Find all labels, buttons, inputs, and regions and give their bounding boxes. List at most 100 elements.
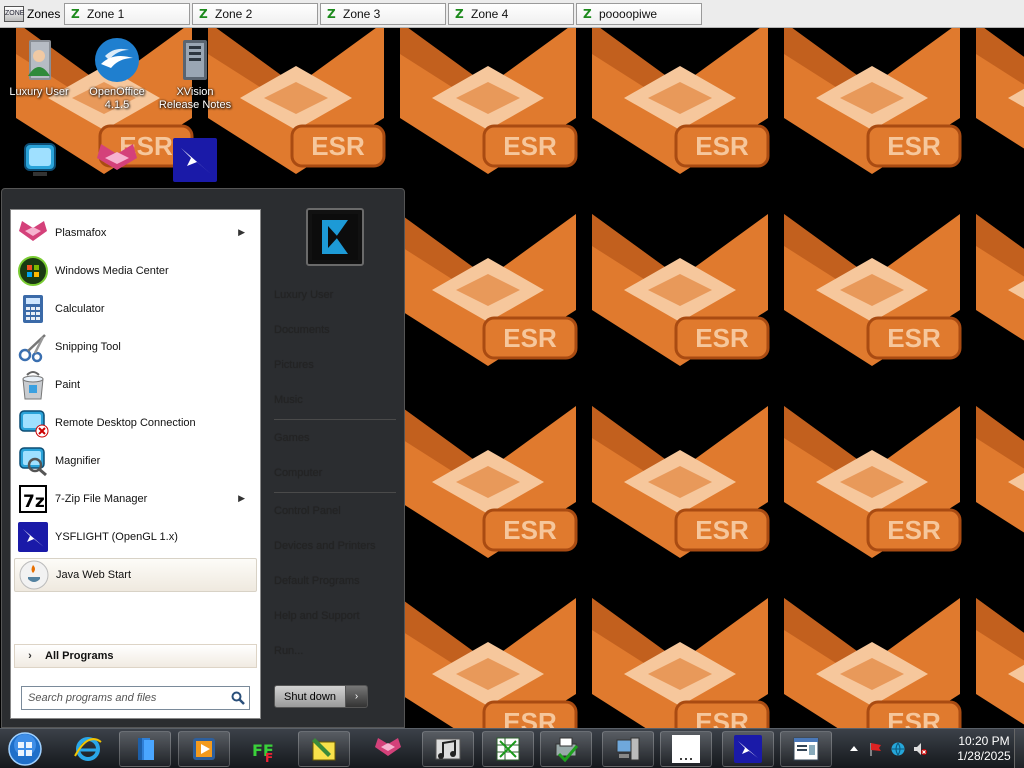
start-item-remote-desktop[interactable]: Remote Desktop Connection <box>14 406 257 440</box>
all-programs-button[interactable]: › All Programs <box>14 644 257 668</box>
start-item-label: Remote Desktop Connection <box>55 417 196 429</box>
start-item-snipping-tool[interactable]: Snipping Tool <box>14 330 257 364</box>
start-button[interactable] <box>6 732 44 766</box>
taskbar-plasmafox[interactable] <box>362 731 414 767</box>
desktop-icon-openoffice[interactable]: OpenOffice 4.1.5 <box>78 36 156 112</box>
z-icon: Z <box>327 6 336 21</box>
link-user-folder[interactable]: Luxury User <box>274 289 333 301</box>
taskbar-music-app[interactable] <box>422 731 474 767</box>
wallpaper-logo-tile: ESR <box>584 28 776 190</box>
submenu-arrow-icon: ▶ <box>238 227 245 237</box>
link-help-support[interactable]: Help and Support <box>274 610 360 622</box>
z-icon: Z <box>455 6 464 21</box>
wallpaper-logo-tile: ESR <box>392 382 584 574</box>
search-icon[interactable] <box>227 687 249 709</box>
taskbar-computer[interactable] <box>602 731 654 767</box>
start-item-plasmafox[interactable]: Plasmafox ▶ <box>14 216 257 250</box>
wallpaper-logo-tile: ESR <box>968 382 1024 574</box>
taskbar-internet-explorer[interactable] <box>62 731 114 767</box>
zone-tab-label: Zone 3 <box>343 7 381 21</box>
link-devices-printers[interactable]: Devices and Printers <box>274 540 376 552</box>
taskbar-spreadsheet[interactable] <box>482 731 534 767</box>
svg-text:ESR: ESR <box>695 323 749 353</box>
taskbar-notepad[interactable] <box>298 731 350 767</box>
user-picture[interactable] <box>306 208 364 266</box>
zone-tab-1[interactable]: Z Zone 1 <box>64 3 190 25</box>
zone-tab-3[interactable]: Z Zone 3 <box>320 3 446 25</box>
network-icon[interactable] <box>890 741 906 757</box>
fff-app-icon: FFF <box>252 741 274 764</box>
start-item-ysflight[interactable]: YSFLIGHT (OpenGL 1.x) <box>14 520 257 554</box>
link-default-programs[interactable]: Default Programs <box>274 575 360 587</box>
svg-text:ESR: ESR <box>887 323 941 353</box>
wallpaper-logo-tile: ESR <box>584 382 776 574</box>
zones-toolbar: ZONE Zones Z Zone 1 Z Zone 2 Z Zone 3 Z … <box>0 0 1024 28</box>
start-item-media-center[interactable]: Windows Media Center <box>14 254 257 288</box>
search-box <box>21 686 250 710</box>
ysflight-icon <box>17 521 49 553</box>
start-item-label: 7-Zip File Manager <box>55 493 148 505</box>
clock-time: 10:20 PM <box>958 734 1010 748</box>
start-item-label: YSFLIGHT (OpenGL 1.x) <box>55 531 178 543</box>
ysflight-icon <box>734 735 762 763</box>
link-documents[interactable]: Documents <box>274 324 330 336</box>
clock[interactable]: 10:20 PM 1/28/2025 <box>944 734 1024 764</box>
start-item-label: Java Web Start <box>56 569 131 581</box>
link-control-panel[interactable]: Control Panel <box>274 505 341 517</box>
link-computer[interactable]: Computer <box>274 467 322 479</box>
start-item-calculator[interactable]: Calculator <box>14 292 257 326</box>
search-input[interactable] <box>22 688 227 708</box>
desktop-icon-label: Luxury User <box>9 86 69 98</box>
desktop-icon-luxury-user[interactable]: Luxury User <box>0 36 78 99</box>
taskbar-ysflight[interactable] <box>722 731 774 767</box>
taskbar-printer-app[interactable] <box>540 731 592 767</box>
computer-icon <box>616 737 640 761</box>
taskbar-file-explorer[interactable] <box>119 731 171 767</box>
printer-check-icon <box>555 737 579 763</box>
link-games[interactable]: Games <box>274 432 309 444</box>
magnifier-icon <box>17 445 49 477</box>
zone-tab-2[interactable]: Z Zone 2 <box>192 3 318 25</box>
shutdown-button[interactable]: Shut down <box>274 685 346 708</box>
svg-text:7z: 7z <box>23 492 45 512</box>
link-music[interactable]: Music <box>274 394 303 406</box>
chevron-right-icon: › <box>28 650 32 662</box>
desktop-icon-ysflight[interactable] <box>156 136 234 186</box>
z-icon: Z <box>199 6 208 21</box>
start-item-magnifier[interactable]: Magnifier <box>14 444 257 478</box>
start-item-7zip[interactable]: 7z 7-Zip File Manager ▶ <box>14 482 257 516</box>
zone-tab-4[interactable]: Z Zone 4 <box>448 3 574 25</box>
start-item-label: Windows Media Center <box>55 265 169 277</box>
show-hidden-arrow-icon[interactable] <box>846 741 862 757</box>
divider <box>274 492 396 493</box>
z-icon: Z <box>583 6 592 21</box>
ysflight-icon <box>171 136 219 184</box>
desktop-icon-remote-desktop[interactable] <box>0 136 78 186</box>
z-icon: Z <box>71 6 80 21</box>
all-programs-label: All Programs <box>45 650 114 662</box>
media-center-icon <box>17 255 49 287</box>
svg-text:ESR: ESR <box>503 515 557 545</box>
taskbar-document-window[interactable] <box>780 731 832 767</box>
music-notes-icon <box>435 738 461 760</box>
taskbar-fff-app[interactable]: FF F <box>240 731 292 767</box>
shutdown-options-button[interactable]: › <box>346 685 368 708</box>
start-item-java-web-start[interactable]: Java Web Start <box>14 558 257 592</box>
desktop-icon-plasmafox[interactable] <box>78 136 156 186</box>
user-avatar-icon <box>312 214 358 260</box>
zone-tab-5[interactable]: Z poooopiwe <box>576 3 702 25</box>
taskbar-blank-window[interactable] <box>660 731 712 767</box>
windows-orb-icon <box>8 732 42 766</box>
link-pictures[interactable]: Pictures <box>274 359 314 371</box>
file-explorer-icon <box>138 738 154 760</box>
svg-text:ESR: ESR <box>311 131 365 161</box>
zones-app-icon: ZONE <box>4 6 24 22</box>
flag-icon[interactable] <box>868 741 884 757</box>
start-item-paint[interactable]: Paint <box>14 368 257 402</box>
volume-icon[interactable] <box>912 741 928 757</box>
taskbar-media-player[interactable] <box>178 731 230 767</box>
show-desktop-button[interactable] <box>1014 729 1024 768</box>
start-item-label: Plasmafox <box>55 227 107 239</box>
desktop-icon-xvision-notes[interactable]: XVision Release Notes <box>156 36 234 112</box>
link-run[interactable]: Run... <box>274 645 303 657</box>
